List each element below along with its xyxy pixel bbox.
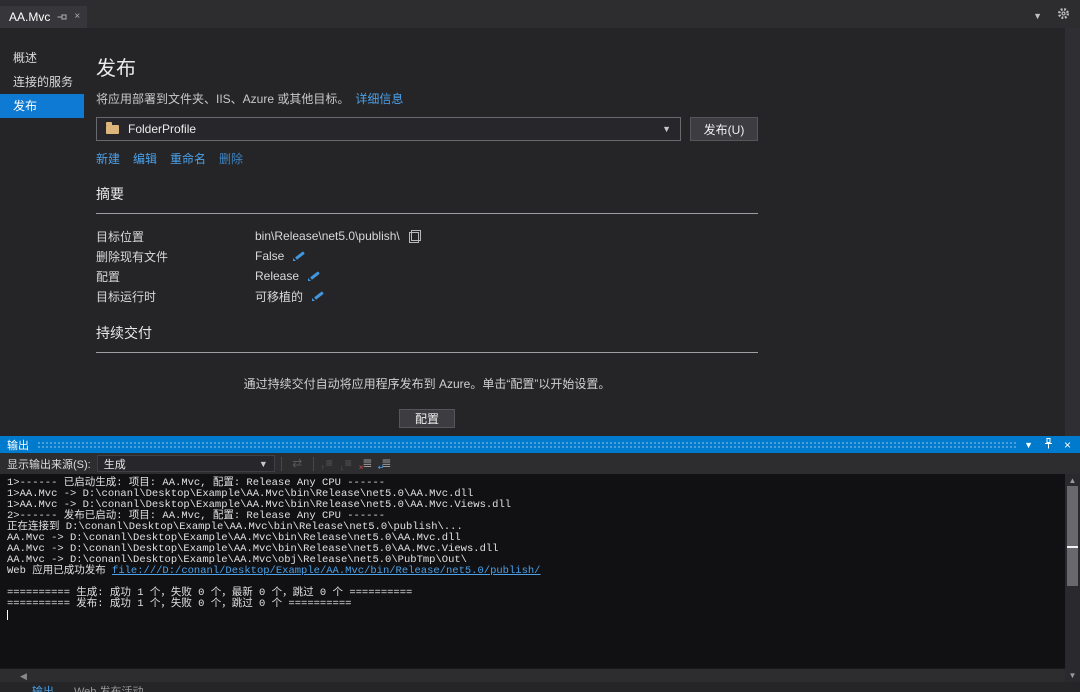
scrollbar-thumb[interactable] — [1067, 486, 1078, 586]
window-position-chevron-icon[interactable]: ▼ — [1024, 440, 1033, 450]
new-link[interactable]: 新建 — [96, 150, 120, 167]
caret-line — [7, 610, 1065, 621]
page-title: 发布 — [96, 58, 136, 80]
summary-section: 摘要 目标位置 bin\Release\net5.0\publish\ 删除现有文件… — [96, 184, 758, 306]
find-message-in-code-icon[interactable]: ⇄ — [288, 455, 307, 472]
text-caret — [7, 610, 8, 620]
publish-url-link[interactable]: file:///D:/conanl/Desktop/Example/AA.Mvc… — [112, 565, 540, 577]
publish-main: 发布 将应用部署到文件夹、IIS、Azure 或其他目标。 详细信息 Folder… — [96, 28, 758, 428]
continuous-delivery-description: 通过持续交付自动将应用程序发布到 Azure。单击“配置”以开始设置。 — [243, 377, 611, 391]
summary-row-value-group: 可移植的 — [255, 288, 325, 305]
toggle-word-wrap-icon[interactable]: ≣ ↵ — [377, 455, 396, 472]
summary-row-value: Release — [255, 269, 300, 283]
bottom-tab-output[interactable]: 输出 — [22, 682, 64, 692]
document-tab-strip: AA.Mvc × ▼ — [0, 0, 1080, 28]
summary-row-value-group: bin\Release\net5.0\publish\ — [255, 229, 422, 243]
output-source-dropdown[interactable]: 生成 ▼ — [96, 455, 275, 472]
chevron-down-icon[interactable]: ▼ — [1033, 11, 1042, 21]
document-tab[interactable]: AA.Mvc × — [0, 6, 88, 28]
summary-rows: 目标位置 bin\Release\net5.0\publish\ 删除现有文件 Fal… — [96, 226, 758, 306]
bottom-tab-web-publish-activity[interactable]: Web 发布活动 — [64, 682, 153, 692]
summary-row-label: 目标运行时 — [96, 289, 157, 304]
configure-button[interactable]: 配置 — [399, 409, 455, 428]
summary-row-label: 目标位置 — [96, 229, 145, 244]
summary-row-value: bin\Release\net5.0\publish\ — [255, 229, 400, 243]
sidebar-item-publish[interactable]: 发布 — [0, 94, 84, 118]
details-link[interactable]: 详细信息 — [355, 92, 403, 106]
continuous-delivery-heading: 持续交付 — [96, 323, 758, 353]
summary-heading: 摘要 — [96, 184, 758, 214]
sidebar-item-connected-services[interactable]: 连接的服务 — [0, 70, 84, 94]
scroll-down-arrow-icon[interactable]: ▼ — [1065, 671, 1080, 680]
profile-action-links: 新建 编辑 重命名 删除 — [96, 150, 758, 167]
log-line: ========== 发布: 成功 1 个，失败 0 个，跳过 0 个 ====… — [7, 598, 352, 610]
summary-row-configuration: 配置 Release — [96, 266, 758, 286]
icon-badge: × — [358, 463, 364, 472]
titlebar-grip-dots — [37, 440, 1017, 449]
caret-position-marker — [1067, 546, 1078, 548]
clear-all-icon[interactable]: ≣ × — [358, 455, 377, 472]
gear-icon[interactable] — [1057, 7, 1070, 25]
scroll-left-arrow-icon[interactable]: ◀ — [20, 671, 27, 682]
continuous-delivery-section: 持续交付 通过持续交付自动将应用程序发布到 Azure。单击“配置”以开始设置。… — [96, 323, 758, 428]
close-icon[interactable]: × — [74, 12, 80, 22]
output-toolbar: 显示输出来源(S): 生成 ▼ ⇄ ≡ ↑ ≡ ↓ ≣ × ≣ ↵ — [0, 453, 1080, 474]
delete-link[interactable]: 删除 — [219, 150, 243, 167]
profile-name: FolderProfile — [128, 122, 197, 136]
output-title: 输出 — [7, 439, 29, 452]
sidebar-item-label: 发布 — [13, 99, 38, 113]
icon-badge: ↓ — [339, 463, 344, 472]
publish-page: 概述 连接的服务 发布 发布 将应用部署到文件夹、IIS、Azure 或其他目标。详… — [0, 28, 1080, 436]
summary-row-value-group: False — [255, 249, 306, 263]
output-source-label: 显示输出来源(S): — [7, 458, 91, 471]
summary-row-label: 删除现有文件 — [96, 249, 169, 264]
close-icon[interactable]: × — [1064, 439, 1071, 451]
output-horizontal-scrollbar[interactable]: ◀ — [0, 668, 1065, 682]
summary-row-value: False — [255, 249, 285, 263]
profile-dropdown[interactable]: FolderProfile ▼ — [96, 117, 681, 141]
sidebar-item-overview[interactable]: 概述 — [0, 46, 84, 70]
output-vertical-scrollbar[interactable]: ▲ ▼ — [1065, 474, 1080, 682]
copy-icon[interactable] — [408, 229, 422, 243]
scroll-up-arrow-icon[interactable]: ▲ — [1065, 476, 1080, 485]
bottom-panel-tabs: 输出 Web 发布活动 — [0, 682, 1080, 692]
icon-badge: ↑ — [320, 463, 325, 472]
sidebar-item-label: 连接的服务 — [13, 75, 74, 89]
sidebar: 概述 连接的服务 发布 — [0, 46, 84, 118]
summary-row-value-group: Release — [255, 269, 321, 283]
goto-next-message-icon[interactable]: ≡ ↓ — [339, 455, 358, 472]
toolbar-separator — [312, 456, 314, 471]
goto-previous-message-icon[interactable]: ≡ ↑ — [320, 455, 339, 472]
icon-badge: ↵ — [377, 463, 385, 472]
sidebar-item-label: 概述 — [13, 51, 38, 65]
log-line-text: Web 应用已成功发布 — [7, 565, 113, 577]
summary-row-delete-existing-files: 删除现有文件 False — [96, 246, 758, 266]
chevron-down-icon: ▼ — [662, 124, 671, 134]
rename-link[interactable]: 重命名 — [170, 150, 206, 167]
summary-row-target-location: 目标位置 bin\Release\net5.0\publish\ — [96, 226, 758, 246]
edit-pencil-icon[interactable] — [312, 290, 325, 302]
pin-icon[interactable] — [57, 12, 67, 22]
output-log[interactable]: 1>------ 已启动生成: 项目: AA.Mvc, 配置: Release … — [0, 474, 1065, 668]
edit-pencil-icon[interactable] — [293, 250, 306, 262]
edit-pencil-icon[interactable] — [308, 270, 321, 282]
summary-row-label: 配置 — [96, 269, 121, 284]
chevron-down-icon: ▼ — [258, 458, 268, 469]
summary-row-value: 可移植的 — [255, 289, 304, 304]
pin-icon[interactable] — [1044, 437, 1053, 452]
main-vertical-scrollbar[interactable] — [1065, 28, 1080, 436]
page-subtitle: 将应用部署到文件夹、IIS、Azure 或其他目标。 — [96, 92, 350, 106]
output-source-value: 生成 — [103, 458, 126, 471]
toolbar-separator — [280, 456, 282, 471]
publish-button[interactable]: 发布(U) — [690, 117, 758, 141]
document-tab-label: AA.Mvc — [9, 10, 51, 24]
log-line: Web 应用已成功发布 file:///D:/conanl/Desktop/Ex… — [7, 566, 1065, 577]
folder-icon — [106, 121, 119, 134]
output-panel: 输出 ▼ × 显示输出来源(S): 生成 ▼ ⇄ ≡ ↑ ≡ ↓ ≣ × ≣ ↵ 1>-----… — [0, 436, 1080, 692]
edit-link[interactable]: 编辑 — [133, 150, 157, 167]
summary-row-target-runtime: 目标运行时 可移植的 — [96, 286, 758, 306]
output-titlebar[interactable]: 输出 ▼ × — [0, 436, 1080, 453]
